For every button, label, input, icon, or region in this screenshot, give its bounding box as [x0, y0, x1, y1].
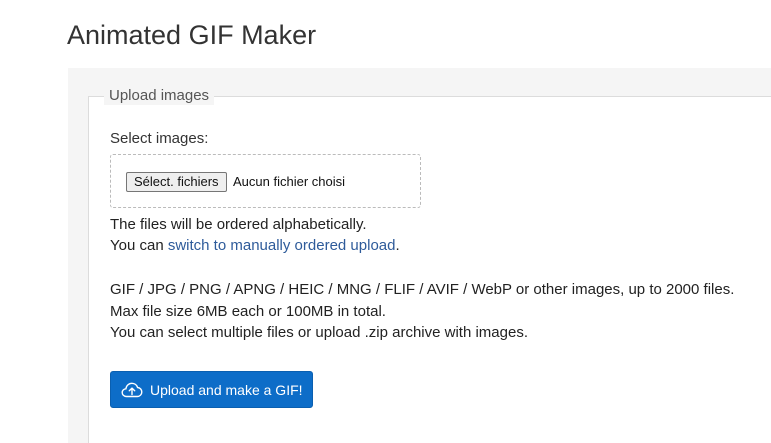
upload-make-gif-button[interactable]: Upload and make a GIF!: [110, 371, 313, 408]
info-multiple: You can select multiple files or upload …: [110, 324, 528, 341]
select-images-label: Select images:: [110, 130, 209, 147]
info-formats: GIF / JPG / PNG / APNG / HEIC / MNG / FL…: [110, 281, 735, 298]
fieldset-legend: Upload images: [104, 87, 215, 105]
switch-manual-upload-link[interactable]: switch to manually ordered upload: [168, 237, 396, 254]
file-status-text: Aucun fichier choisi: [233, 174, 345, 189]
switch-prefix: You can: [110, 237, 168, 254]
upload-button-label: Upload and make a GIF!: [150, 381, 303, 398]
order-note: The files will be ordered alphabetically…: [110, 216, 367, 233]
page-title: Animated GIF Maker: [67, 20, 317, 50]
switch-upload-line: You can switch to manually ordered uploa…: [110, 237, 400, 255]
info-max-size: Max file size 6MB each or 100MB in total…: [110, 303, 386, 320]
cloud-upload-icon: [121, 381, 143, 399]
switch-suffix: .: [395, 237, 400, 254]
choose-files-button[interactable]: Sélect. fichiers: [126, 172, 227, 192]
